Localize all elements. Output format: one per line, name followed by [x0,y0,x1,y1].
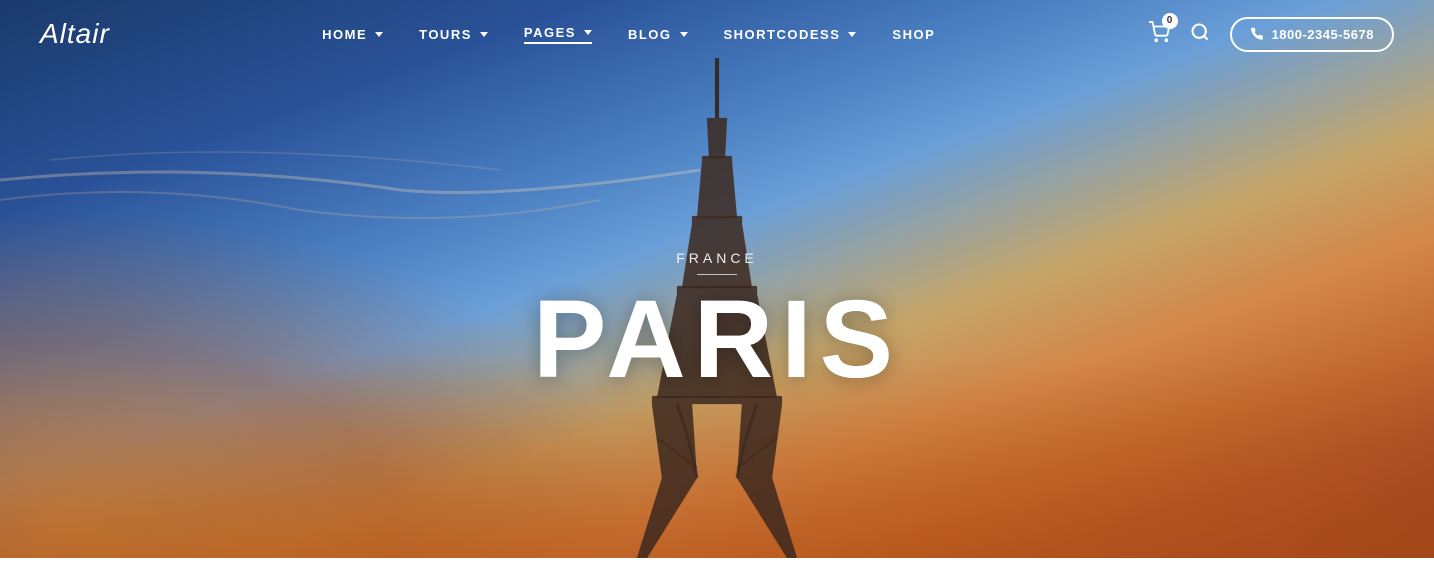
navbar: Altair HOME TOURS PAGES BLOG [0,0,1434,68]
chevron-down-icon [680,32,688,37]
nav-item-home[interactable]: HOME [322,27,383,42]
chevron-down-icon [375,32,383,37]
search-button[interactable] [1190,22,1210,47]
chevron-down-icon [584,30,592,35]
hero-subtitle-line [697,274,737,275]
chevron-down-icon [480,32,488,37]
logo-text: Altair [40,18,110,50]
cart-button[interactable]: 0 [1148,21,1170,48]
nav-link-pages[interactable]: PAGES [524,25,592,44]
nav-item-shop[interactable]: SHOP [892,27,935,42]
nav-item-shortcodess[interactable]: SHORTCODESS [724,27,857,42]
chevron-down-icon [848,32,856,37]
nav-right: 0 1800-2345-5678 [1148,17,1394,52]
phone-number: 1800-2345-5678 [1272,27,1374,42]
nav-link-home[interactable]: HOME [322,27,383,42]
cart-badge: 0 [1162,13,1178,29]
hero-content: FRANCE PARIS [533,250,901,395]
hero-title: PARIS [533,285,901,395]
nav-links: HOME TOURS PAGES BLOG SHORTCODESS [322,25,935,44]
nav-link-tours[interactable]: TOURS [419,27,488,42]
hero-subtitle: FRANCE [533,250,901,266]
nav-link-shortcodess[interactable]: SHORTCODESS [724,27,857,42]
nav-link-shop[interactable]: SHOP [892,27,935,42]
nav-item-blog[interactable]: BLOG [628,27,688,42]
phone-button[interactable]: 1800-2345-5678 [1230,17,1394,52]
nav-item-tours[interactable]: TOURS [419,27,488,42]
logo[interactable]: Altair [40,18,110,50]
nav-item-pages[interactable]: PAGES [524,25,592,44]
phone-icon [1250,27,1264,41]
search-icon [1190,22,1210,42]
nav-link-blog[interactable]: BLOG [628,27,688,42]
